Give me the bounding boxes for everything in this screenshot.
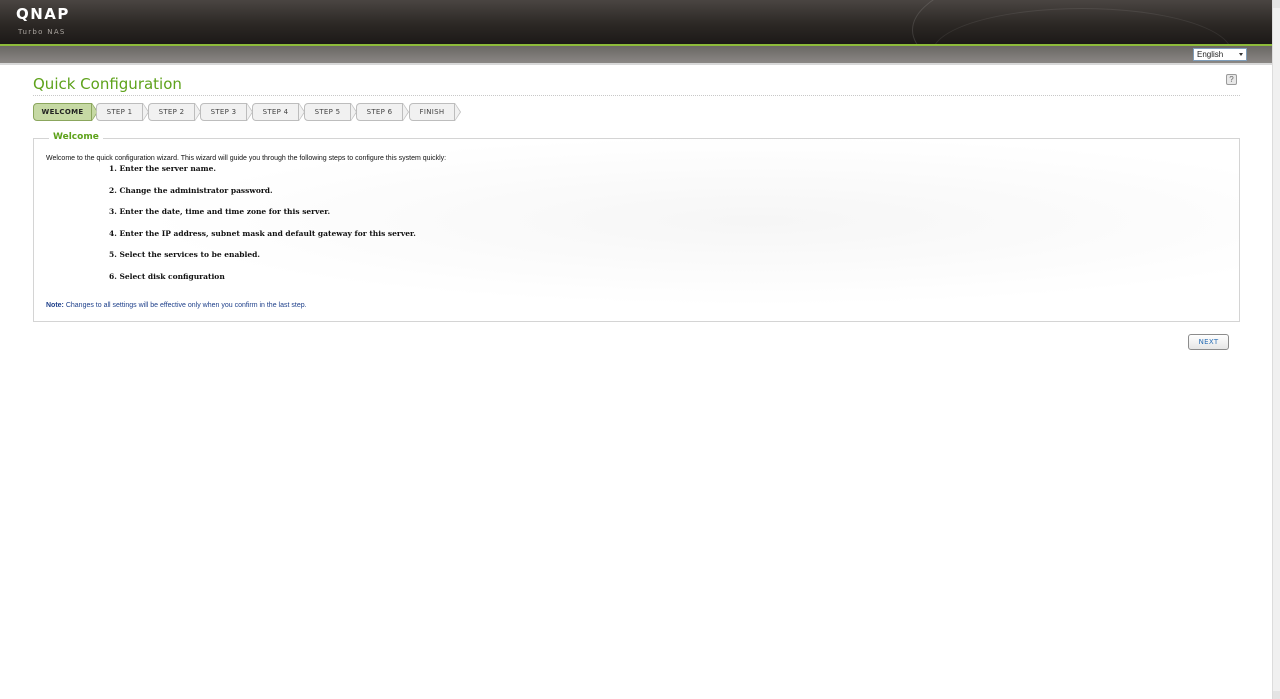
header-subbar — [0, 46, 1272, 63]
step-finish: FINISH — [409, 103, 461, 121]
step-2: STEP 2 — [148, 103, 201, 121]
step-1: STEP 1 — [96, 103, 149, 121]
list-item: 1. Enter the server name. — [109, 164, 216, 173]
logo-subtitle: Turbo NAS — [18, 28, 66, 36]
qnap-logo: QNAP — [16, 5, 70, 23]
step-4: STEP 4 — [252, 103, 305, 121]
settings-note: Note: Changes to all settings will be ef… — [46, 302, 307, 309]
chevron-down-icon — [1239, 53, 1243, 56]
language-select[interactable]: English — [1193, 48, 1247, 61]
scroll-down-arrow-icon[interactable] — [1273, 691, 1280, 699]
next-button[interactable]: NEXT — [1188, 334, 1229, 350]
title-divider — [33, 95, 1240, 96]
list-item: 5. Select the services to be enabled. — [109, 250, 261, 259]
page-title: Quick Configuration — [33, 75, 182, 93]
step-3: STEP 3 — [200, 103, 253, 121]
list-item: 4. Enter the IP address, subnet mask and… — [109, 228, 416, 238]
step-welcome: WELCOME — [33, 103, 98, 121]
configuration-steps-list: 1. Enter the server name. 2. Change the … — [109, 164, 416, 293]
step-6: STEP 6 — [356, 103, 409, 121]
note-label: Note: — [46, 302, 64, 309]
welcome-intro: Welcome to the quick configuration wizar… — [46, 155, 447, 162]
header-divider — [0, 63, 1272, 65]
scroll-up-arrow-icon[interactable] — [1273, 0, 1280, 8]
list-item: 3. Enter the date, time and time zone fo… — [109, 207, 331, 216]
note-text: Changes to all settings will be effectiv… — [63, 302, 307, 309]
language-select-value: English — [1197, 50, 1224, 59]
page-scrollbar[interactable] — [1272, 0, 1280, 699]
help-icon[interactable]: ? — [1226, 74, 1237, 85]
list-item: 2. Change the administrator password. — [109, 185, 273, 195]
top-header: QNAP Turbo NAS — [0, 0, 1272, 44]
list-item: 6. Select disk configuration — [109, 271, 225, 281]
step-5: STEP 5 — [304, 103, 357, 121]
welcome-legend: Welcome — [49, 132, 103, 142]
